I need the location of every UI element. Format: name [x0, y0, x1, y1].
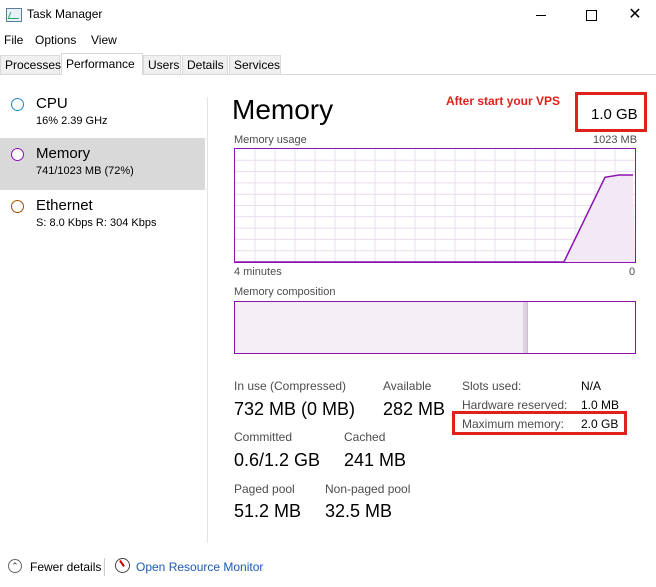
- cpu-indicator-icon: [11, 98, 24, 111]
- available-label: Available: [383, 379, 432, 393]
- paged-pool-value: 51.2 MB: [234, 501, 302, 521]
- non-paged-pool-value: 32.5 MB: [325, 501, 393, 521]
- slots-used-value: N/A: [581, 379, 602, 393]
- composition-free: [619, 302, 635, 353]
- composition-in-use: [235, 302, 524, 353]
- hardware-reserved-value: 1.0 MB: [581, 398, 620, 412]
- slots-used-label: Slots used:: [462, 379, 522, 393]
- cached-label: Cached: [344, 430, 386, 444]
- open-resource-monitor-link[interactable]: Open Resource Monitor: [136, 560, 263, 574]
- footer: ⌃ Fewer details Open Resource Monitor: [0, 556, 656, 580]
- usage-max: 1023 MB: [593, 134, 638, 146]
- sidebar-item-title: Memory: [36, 145, 91, 162]
- maximize-button[interactable]: [568, 0, 614, 30]
- non-paged-pool-label: Non-paged pool: [325, 482, 411, 496]
- usage-label: Memory usage: [234, 134, 307, 146]
- hardware-reserved-label: Hardware reserved:: [462, 398, 568, 412]
- composition-standby: [527, 302, 620, 353]
- page-title: Memory: [232, 94, 334, 125]
- memory-composition-bar: [234, 301, 636, 354]
- menu-file[interactable]: File: [4, 33, 23, 47]
- committed-label: Committed: [234, 430, 293, 444]
- resource-monitor-icon: [115, 558, 130, 573]
- menu-view[interactable]: View: [91, 33, 117, 47]
- tab-processes[interactable]: Processes: [0, 55, 61, 74]
- sidebar-item-subtitle: 741/1023 MB (72%): [36, 165, 134, 177]
- menu-bar: File Options View: [0, 30, 656, 50]
- maximum-memory-highlight-box: [452, 411, 627, 435]
- minimize-icon: [536, 14, 546, 16]
- in-use-label: In use (Compressed): [234, 379, 347, 393]
- ethernet-indicator-icon: [11, 200, 24, 213]
- sidebar-item-title: Ethernet: [36, 197, 93, 214]
- sidebar-item-subtitle: 16% 2.39 GHz: [36, 115, 108, 127]
- tab-users[interactable]: Users: [143, 55, 181, 74]
- in-use-value: 732 MB (0 MB): [234, 399, 356, 419]
- fewer-details-link[interactable]: Fewer details: [30, 560, 101, 574]
- sidebar-item-ethernet[interactable]: Ethernet S: 8.0 Kbps R: 304 Kbps: [0, 190, 205, 242]
- footer-separator: [104, 558, 105, 576]
- maximize-icon: [585, 9, 597, 21]
- title-bar: Task Manager ✕: [0, 0, 656, 30]
- chevron-up-icon[interactable]: ⌃: [8, 559, 22, 573]
- tab-performance[interactable]: Performance: [61, 53, 143, 75]
- sidebar-item-memory[interactable]: Memory 741/1023 MB (72%): [0, 138, 205, 190]
- composition-label: Memory composition: [234, 286, 336, 298]
- sidebar-item-subtitle: S: 8.0 Kbps R: 304 Kbps: [36, 217, 157, 229]
- cached-value: 241 MB: [344, 450, 407, 470]
- tab-services[interactable]: Services: [229, 55, 281, 74]
- time-right-label: 0: [629, 266, 636, 278]
- available-value: 282 MB: [383, 399, 446, 419]
- sidebar-item-title: CPU: [36, 95, 68, 112]
- memory-indicator-icon: [11, 148, 24, 161]
- window-title: Task Manager: [27, 7, 103, 21]
- committed-value: 0.6/1.2 GB: [234, 450, 321, 470]
- time-left-label: 4 minutes: [234, 266, 282, 278]
- close-button[interactable]: ✕: [612, 0, 656, 30]
- total-memory: 1.0 GB: [591, 106, 638, 123]
- tab-details[interactable]: Details: [182, 55, 228, 74]
- memory-usage-graph: [234, 148, 636, 263]
- task-manager-icon: [6, 8, 22, 22]
- tab-bar: Processes Performance Users Details Serv…: [0, 53, 656, 75]
- minimize-button[interactable]: [518, 0, 564, 30]
- annotation-text: After start your VPS: [446, 94, 561, 108]
- usage-graph-svg: [235, 149, 635, 262]
- menu-options[interactable]: Options: [35, 33, 76, 47]
- close-icon: ✕: [628, 6, 642, 23]
- sidebar-item-cpu[interactable]: CPU 16% 2.39 GHz: [0, 88, 205, 140]
- sidebar-divider[interactable]: [207, 97, 208, 543]
- paged-pool-label: Paged pool: [234, 482, 295, 496]
